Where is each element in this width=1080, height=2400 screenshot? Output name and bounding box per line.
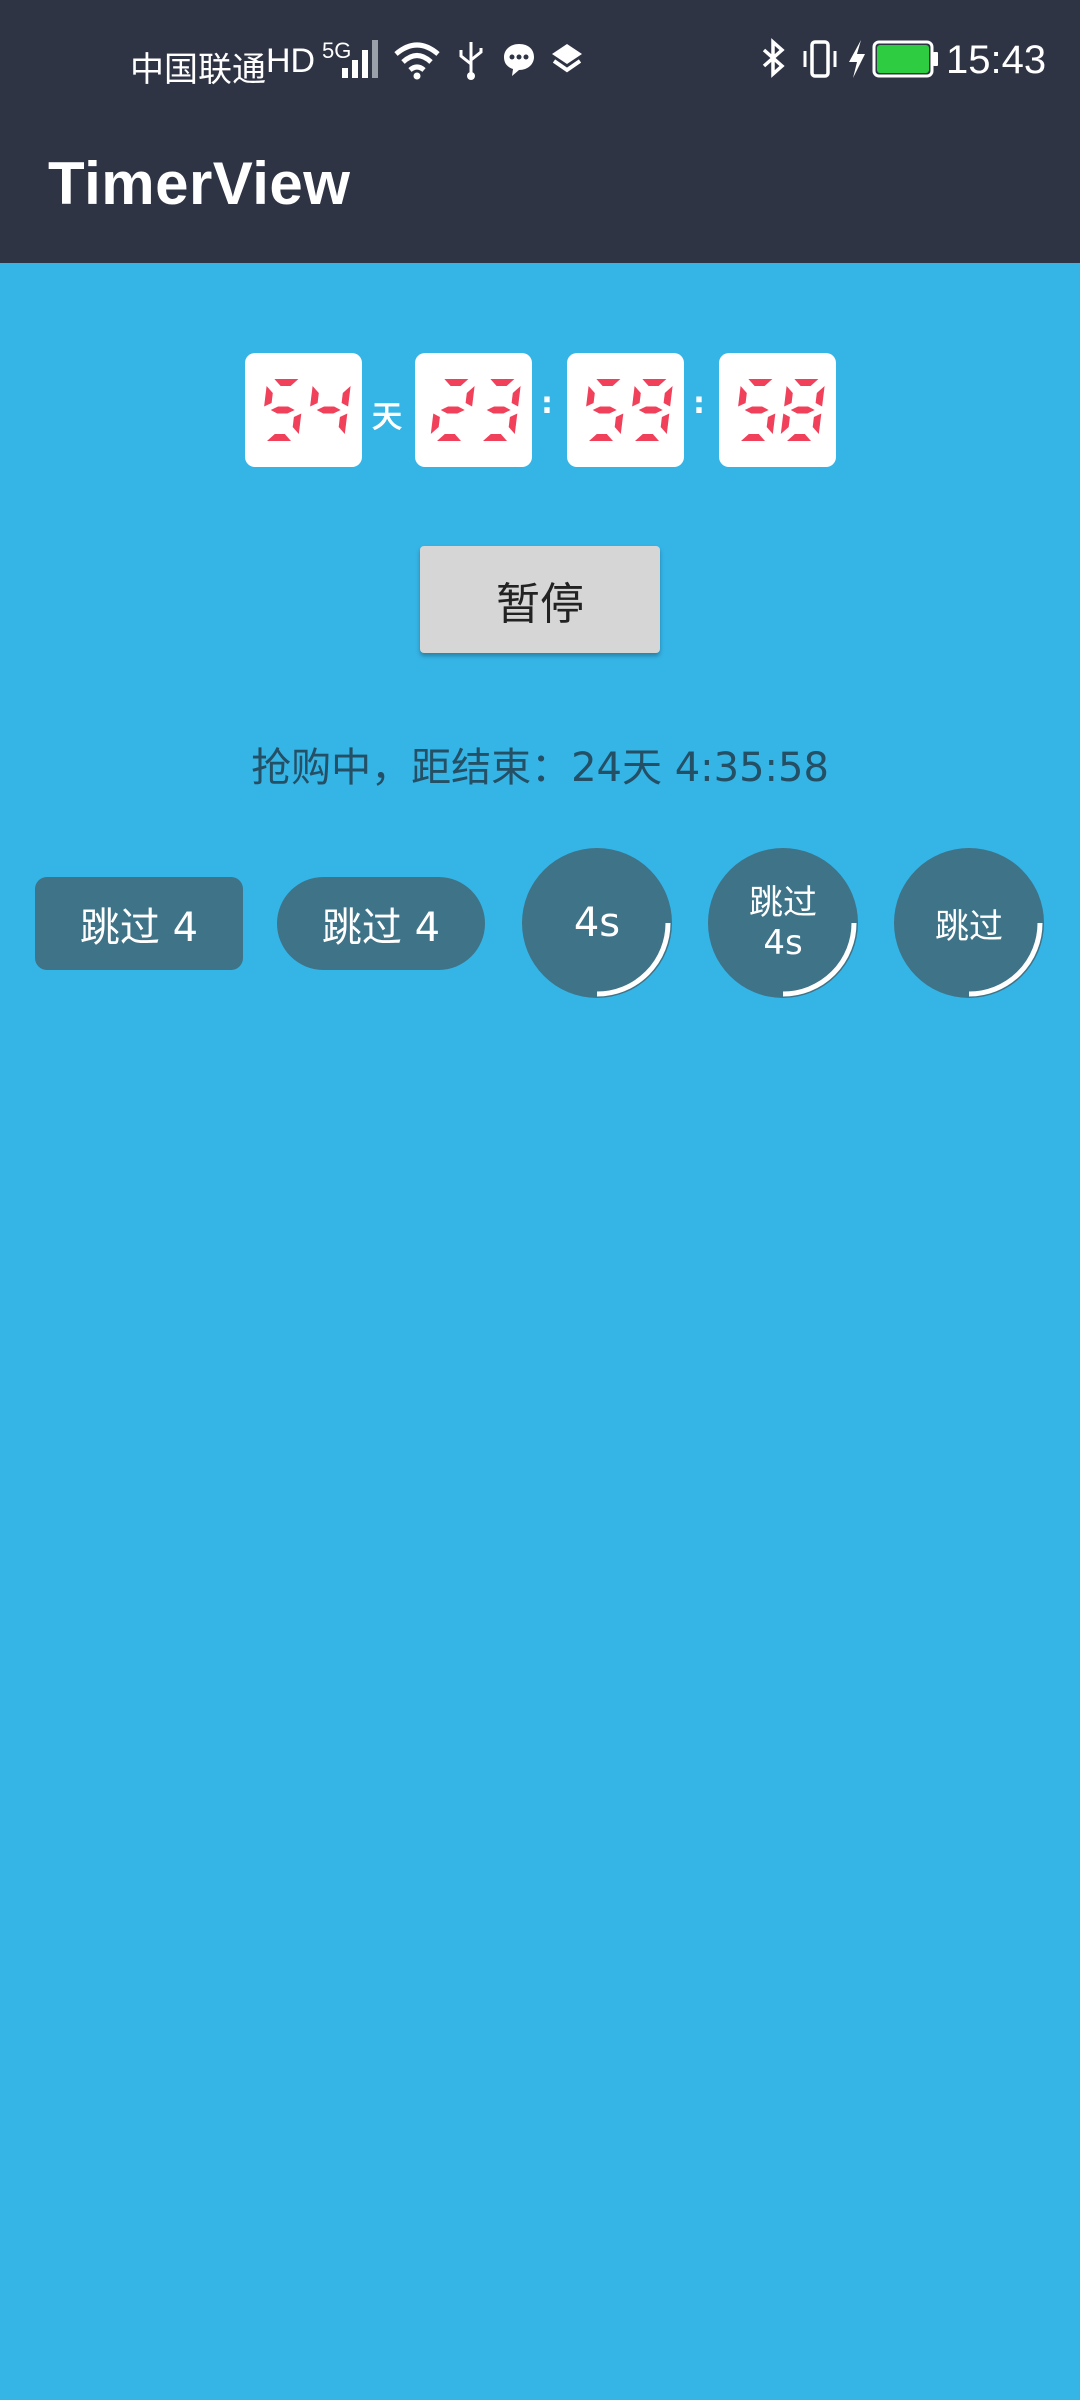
digit-segment <box>273 379 298 386</box>
usb-icon <box>459 42 483 80</box>
minutes-digits <box>585 379 673 441</box>
app-bar: TimerView <box>0 125 1080 263</box>
layers-icon <box>552 44 582 73</box>
skip-button-rect[interactable]: 跳过 4 <box>35 877 243 970</box>
digit-segment <box>263 386 273 407</box>
digit-segment <box>747 379 772 386</box>
skip-label-line2: 4s <box>763 923 803 963</box>
digit-segment <box>341 386 351 407</box>
digit-segment <box>744 406 769 414</box>
digit-segment <box>292 413 301 434</box>
digit-segment <box>489 379 514 386</box>
days-box <box>245 353 362 467</box>
digit-segment <box>309 386 319 407</box>
days-digits <box>263 379 351 441</box>
digit-segment <box>634 434 659 441</box>
separator-colon: : <box>693 386 705 421</box>
digit-segment <box>588 434 613 441</box>
digit-segment <box>482 434 507 441</box>
wifi-icon <box>394 42 440 80</box>
digit-segment <box>511 386 521 407</box>
battery-level <box>877 45 929 73</box>
digit-segment <box>585 386 595 407</box>
hours-digits <box>430 379 521 441</box>
hours-box <box>415 353 532 467</box>
digit-segment <box>786 434 811 441</box>
digit-segment <box>465 386 475 407</box>
message-icon <box>504 44 534 76</box>
carrier-label: 中国联通 <box>130 51 266 89</box>
digit-segment <box>766 413 775 434</box>
digit-segment <box>595 379 620 386</box>
skip-button-pill[interactable]: 跳过 4 <box>277 877 485 970</box>
digit-segment <box>270 406 295 414</box>
digit-segment <box>266 434 291 441</box>
app-title: TimerView <box>48 150 351 217</box>
digit-segment <box>815 386 825 407</box>
digit-segment <box>508 413 517 434</box>
battery-icon <box>872 40 938 78</box>
digit-segment <box>638 406 663 414</box>
skip-label-line1: 跳过 <box>749 883 817 923</box>
day-unit-label: 天 <box>372 400 402 435</box>
digit-segment <box>592 406 617 414</box>
bluetooth-icon <box>762 38 785 78</box>
digit-segment <box>663 386 673 407</box>
digit-segment <box>631 386 641 407</box>
vibrate-icon <box>803 40 837 78</box>
skip-button-label: 跳过 <box>935 906 1003 947</box>
skip-button-circle-text[interactable]: 跳过 4s <box>708 848 858 998</box>
separator-colon: : <box>541 386 553 421</box>
digit-segment <box>793 379 818 386</box>
skip-button-circle-plain[interactable]: 跳过 <box>894 848 1044 998</box>
digit-segment <box>440 406 465 414</box>
digit-segment <box>641 379 666 386</box>
skip-button-label: 跳过 4s <box>749 883 817 963</box>
digit-segment <box>486 406 511 414</box>
pause-button[interactable]: 暂停 <box>420 546 660 653</box>
digit-segment <box>430 413 440 434</box>
digit-segment <box>338 413 347 434</box>
charging-icon <box>849 40 865 78</box>
skip-button-circle-seconds[interactable]: 4s <box>522 848 672 998</box>
digit-segment <box>614 413 623 434</box>
digit-segment <box>316 406 341 414</box>
status-bar: 中国联通 HD 5G 15:43 <box>0 0 1080 125</box>
hd-label: HD <box>266 42 316 80</box>
minutes-box <box>567 353 684 467</box>
countdown-status-text: 抢购中，距结束：24天 4:35:58 <box>251 745 829 791</box>
digit-segment <box>740 434 765 441</box>
seconds-digits <box>737 379 825 441</box>
digit-segment <box>436 434 461 441</box>
digit-segment <box>780 413 790 434</box>
digit-segment <box>737 386 747 407</box>
clock-label: 15:43 <box>946 38 1047 82</box>
signal-icon <box>342 40 378 78</box>
digit-segment <box>812 413 821 434</box>
digit-segment <box>443 379 468 386</box>
digit-segment <box>790 406 815 414</box>
seconds-box <box>719 353 836 467</box>
digit-segment <box>660 413 669 434</box>
digit-segment <box>783 386 793 407</box>
skip-button-label: 4s <box>573 900 621 946</box>
